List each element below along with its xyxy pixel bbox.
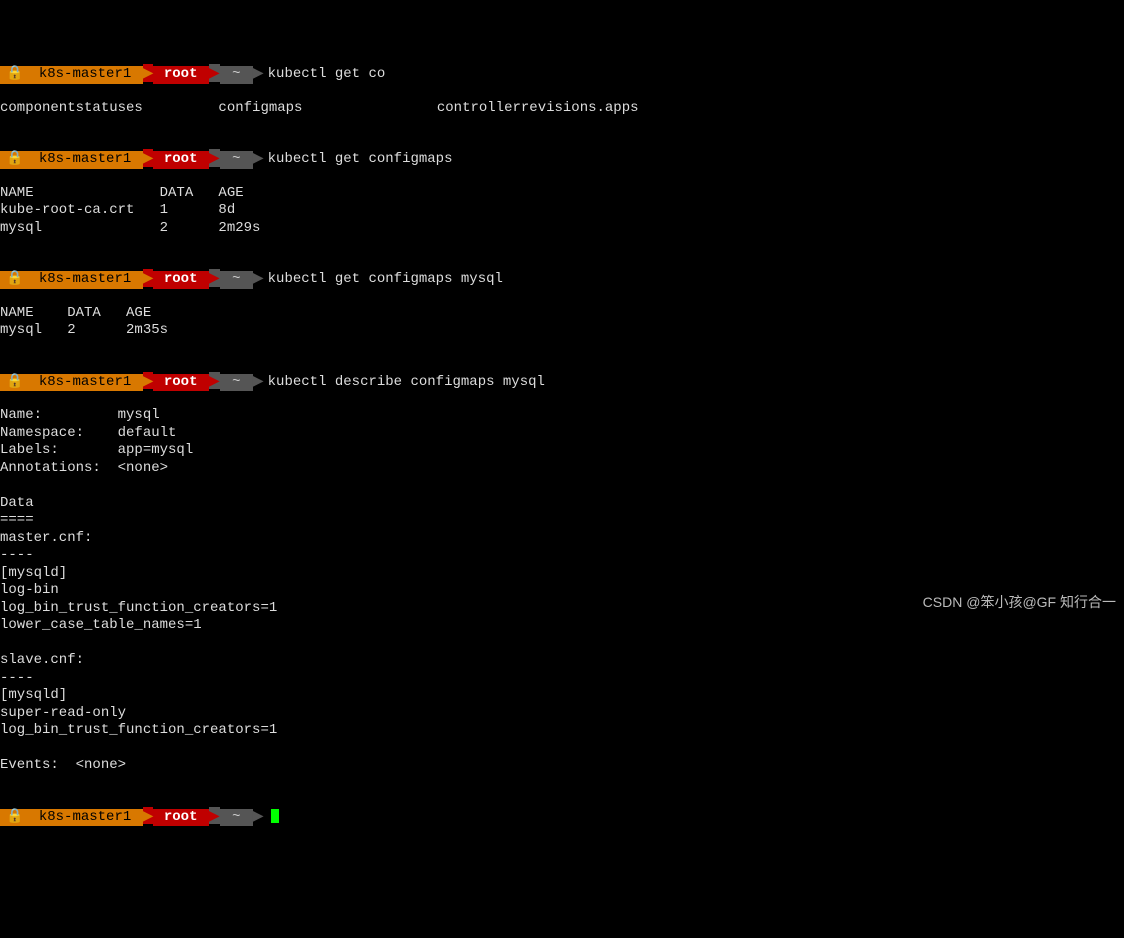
chevron-right-icon: ▶ xyxy=(143,372,154,390)
chevron-right-icon: ▶ xyxy=(253,149,264,167)
chevron-right-icon: ▶ xyxy=(209,149,220,167)
hostname-segment: k8s-master1 xyxy=(28,66,142,84)
prompt-line-5: 🔒 k8s-master1 ▶ root ▶ ~ ▶ xyxy=(0,807,1124,827)
command-output: Name: mysql Namespace: default Labels: a… xyxy=(0,407,1124,775)
chevron-right-icon: ▶ xyxy=(143,64,154,82)
shell-prompt: 🔒 k8s-master1 ▶ root ▶ ~ ▶ xyxy=(0,149,264,169)
lock-icon: 🔒 xyxy=(0,271,28,289)
lock-icon: 🔒 xyxy=(0,66,28,84)
user-segment: root xyxy=(153,374,208,392)
prompt-line-2: 🔒 k8s-master1 ▶ root ▶ ~ ▶kubectl get co… xyxy=(0,149,1124,169)
path-segment: ~ xyxy=(220,66,253,84)
chevron-right-icon: ▶ xyxy=(143,807,154,825)
user-segment: root xyxy=(153,809,208,827)
command-output: componentstatuses configmaps controllerr… xyxy=(0,100,1124,118)
command-output: NAME DATA AGE kube-root-ca.crt 1 8d mysq… xyxy=(0,185,1124,238)
cursor-icon xyxy=(271,809,279,823)
lock-icon: 🔒 xyxy=(0,374,28,392)
shell-prompt: 🔒 k8s-master1 ▶ root ▶ ~ ▶ xyxy=(0,269,264,289)
command-input[interactable]: kubectl get configmaps xyxy=(264,151,453,169)
watermark-text: CSDN @笨小孩@GF 知行合一 xyxy=(923,592,1116,612)
user-segment: root xyxy=(153,271,208,289)
chevron-right-icon: ▶ xyxy=(209,807,220,825)
command-output: NAME DATA AGE mysql 2 2m35s xyxy=(0,305,1124,340)
lock-icon: 🔒 xyxy=(0,151,28,169)
chevron-right-icon: ▶ xyxy=(253,64,264,82)
chevron-right-icon: ▶ xyxy=(209,269,220,287)
path-segment: ~ xyxy=(220,151,253,169)
chevron-right-icon: ▶ xyxy=(209,372,220,390)
chevron-right-icon: ▶ xyxy=(253,269,264,287)
prompt-line-4: 🔒 k8s-master1 ▶ root ▶ ~ ▶kubectl descri… xyxy=(0,372,1124,392)
command-input[interactable]: kubectl get configmaps mysql xyxy=(264,271,503,289)
path-segment: ~ xyxy=(220,809,253,827)
hostname-segment: k8s-master1 xyxy=(28,151,142,169)
prompt-line-3: 🔒 k8s-master1 ▶ root ▶ ~ ▶kubectl get co… xyxy=(0,269,1124,289)
hostname-segment: k8s-master1 xyxy=(28,374,142,392)
user-segment: root xyxy=(153,66,208,84)
chevron-right-icon: ▶ xyxy=(143,269,154,287)
command-input[interactable]: kubectl describe configmaps mysql xyxy=(264,374,545,392)
path-segment: ~ xyxy=(220,374,253,392)
lock-icon: 🔒 xyxy=(0,809,28,827)
command-input[interactable]: kubectl get co xyxy=(264,66,386,84)
user-segment: root xyxy=(153,151,208,169)
hostname-segment: k8s-master1 xyxy=(28,809,142,827)
chevron-right-icon: ▶ xyxy=(143,149,154,167)
shell-prompt: 🔒 k8s-master1 ▶ root ▶ ~ ▶ xyxy=(0,64,264,84)
chevron-right-icon: ▶ xyxy=(209,64,220,82)
chevron-right-icon: ▶ xyxy=(253,372,264,390)
shell-prompt: 🔒 k8s-master1 ▶ root ▶ ~ ▶ xyxy=(0,807,264,827)
hostname-segment: k8s-master1 xyxy=(28,271,142,289)
prompt-line-1: 🔒 k8s-master1 ▶ root ▶ ~ ▶kubectl get co xyxy=(0,64,1124,84)
path-segment: ~ xyxy=(220,271,253,289)
shell-prompt: 🔒 k8s-master1 ▶ root ▶ ~ ▶ xyxy=(0,372,264,392)
chevron-right-icon: ▶ xyxy=(253,807,264,825)
